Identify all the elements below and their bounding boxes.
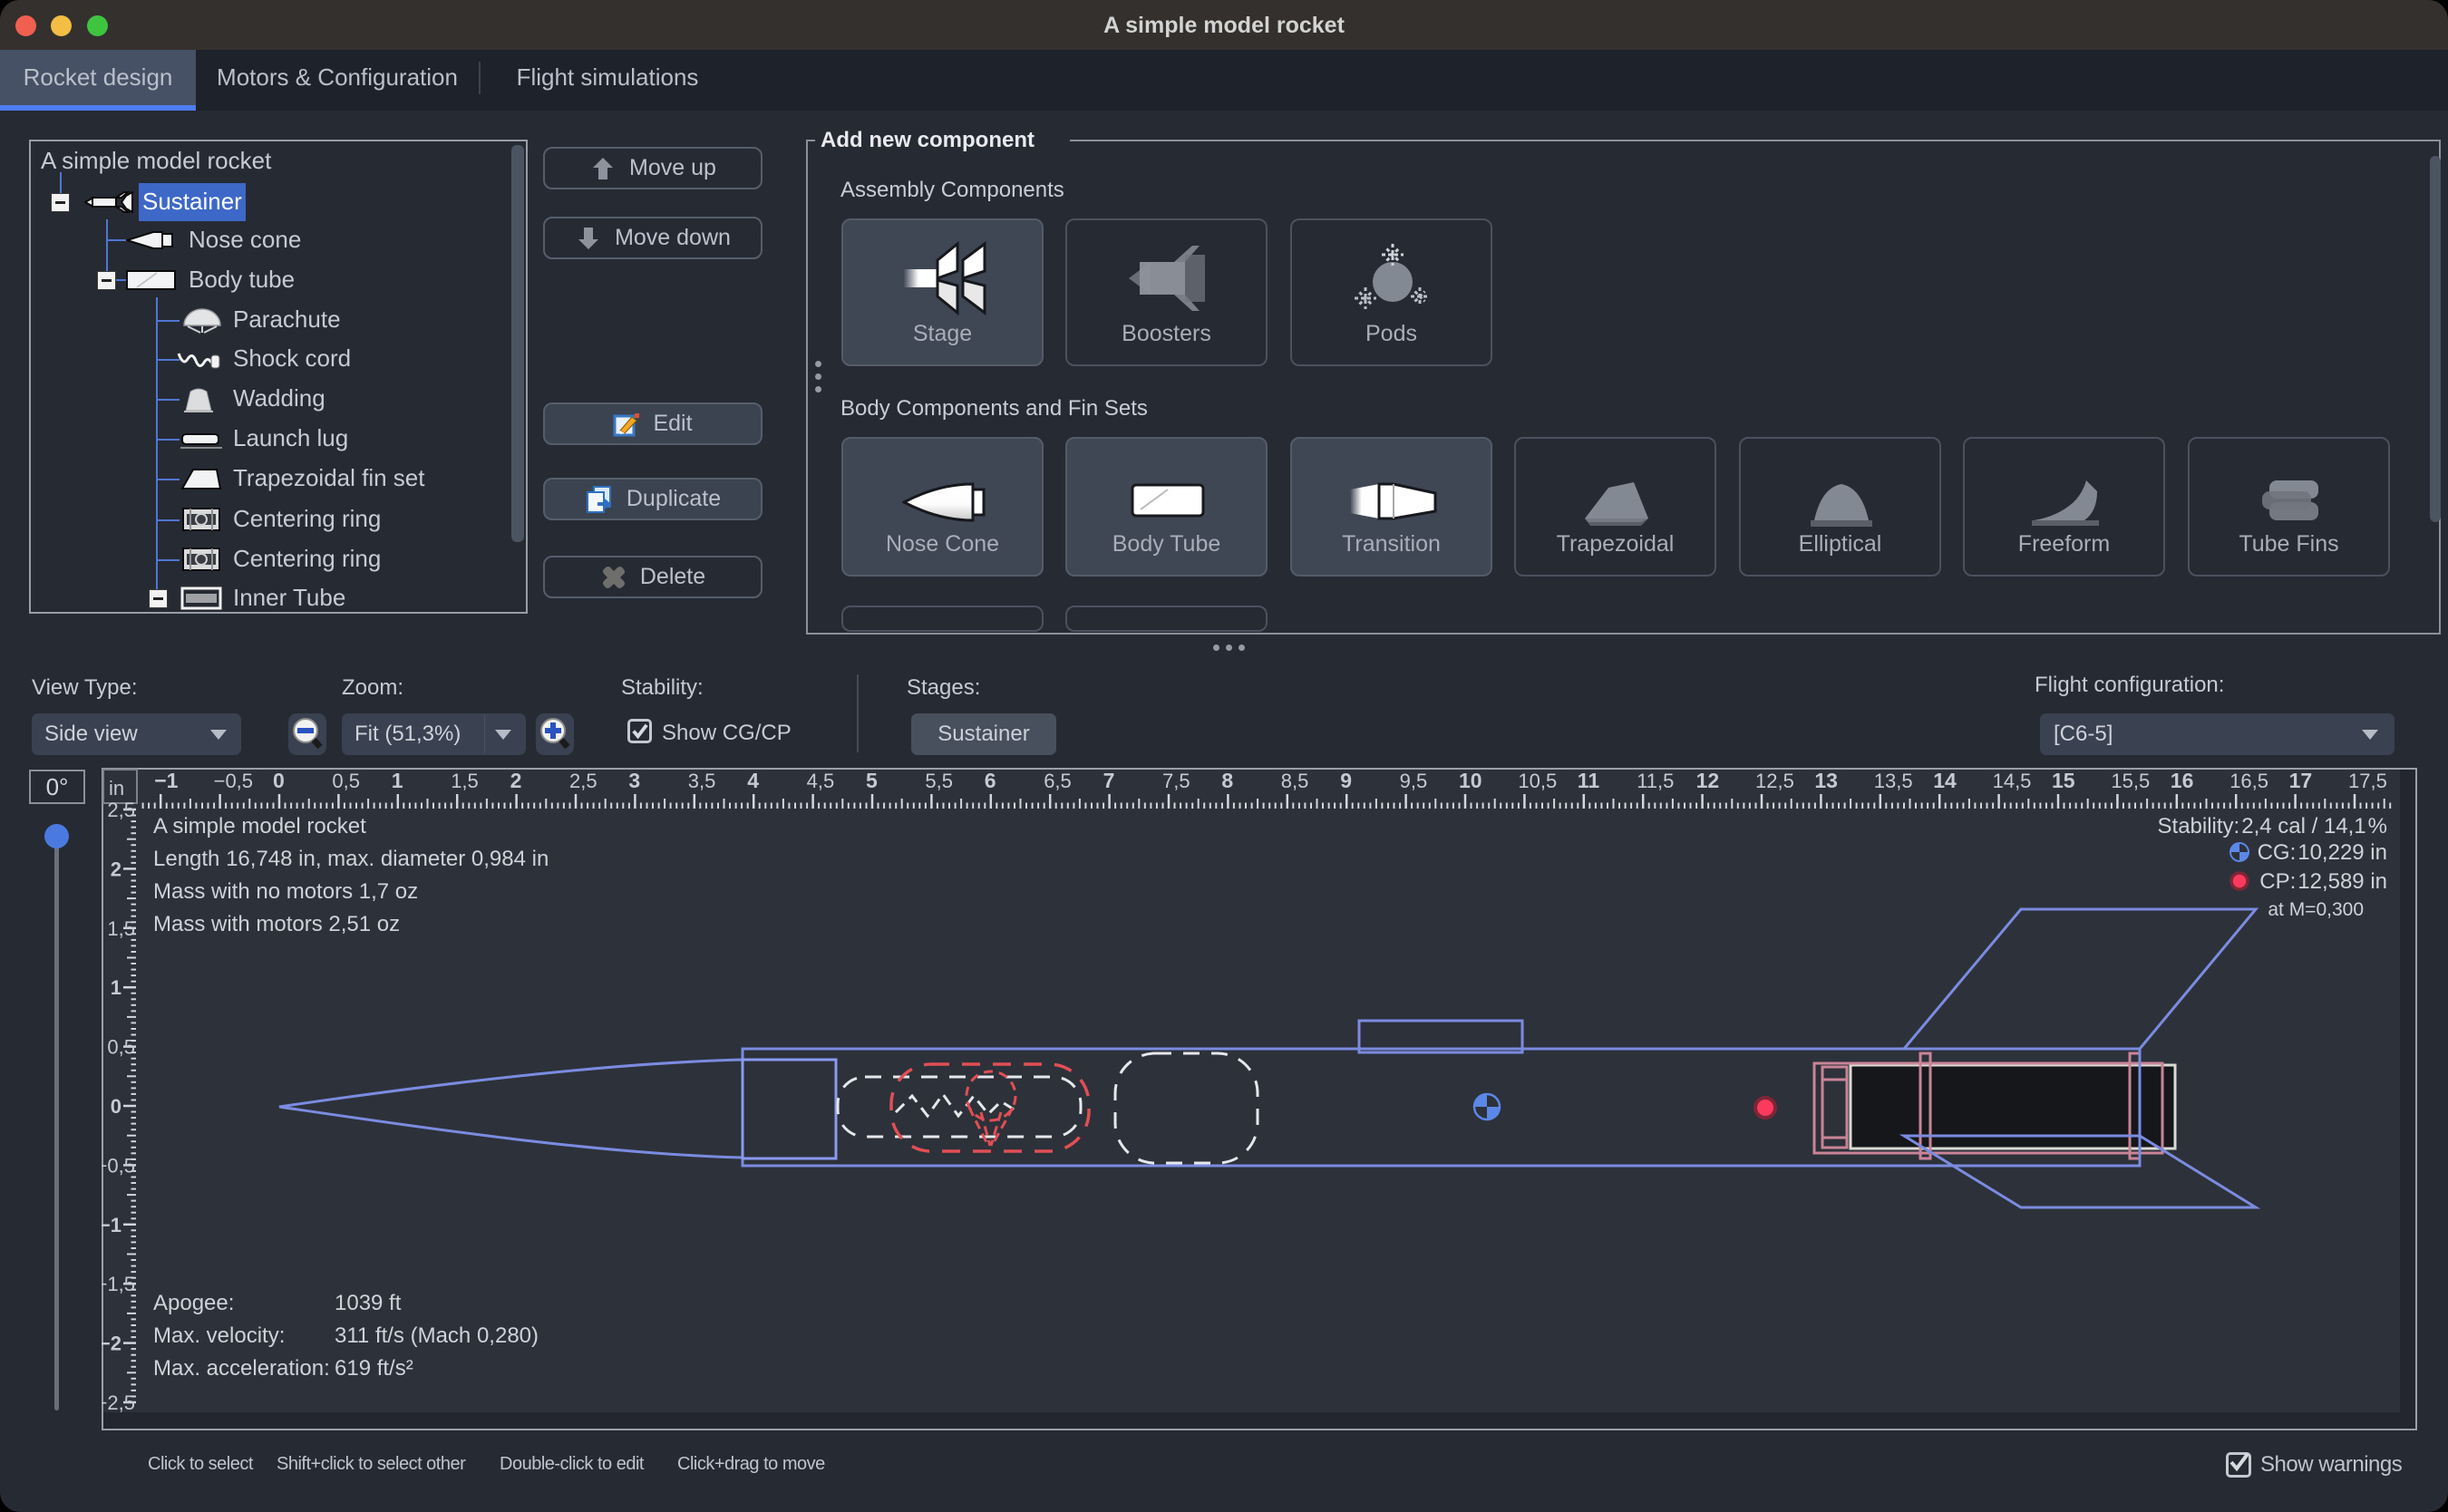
svg-text:2: 2 (111, 858, 121, 880)
svg-text:11: 11 (1578, 769, 1600, 792)
svg-text:A simple model rocket: A simple model rocket (153, 814, 366, 838)
svg-text:15,5: 15,5 (2111, 770, 2150, 792)
svg-text:Max. acceleration:: Max. acceleration: (153, 1356, 330, 1381)
svg-text:2,5: 2,5 (569, 770, 597, 792)
svg-text:14,5: 14,5 (1993, 770, 2032, 792)
svg-text:Mass with motors 2,51 oz: Mass with motors 2,51 oz (153, 912, 400, 936)
svg-text:0,5: 0,5 (107, 1036, 135, 1059)
svg-text:9: 9 (1340, 769, 1352, 792)
svg-text:16,5: 16,5 (2229, 770, 2268, 792)
svg-text:1: 1 (111, 976, 121, 999)
svg-text:−2: −2 (102, 1333, 121, 1355)
svg-text:Apogee:: Apogee: (153, 1291, 234, 1315)
svg-text:10,5: 10,5 (1518, 770, 1557, 792)
svg-text:0,5: 0,5 (332, 770, 360, 792)
svg-text:7: 7 (1103, 769, 1115, 792)
svg-text:Length 16,748 in, max. diamete: Length 16,748 in, max. diameter 0,984 in (153, 847, 549, 871)
svg-text:−1,5: −1,5 (102, 1273, 135, 1295)
svg-text:−0,5: −0,5 (214, 770, 253, 792)
svg-text:8,5: 8,5 (1281, 770, 1309, 792)
svg-text:Max. velocity:: Max. velocity: (153, 1323, 285, 1348)
svg-text:−1: −1 (102, 1214, 121, 1236)
svg-text:8: 8 (1221, 769, 1233, 792)
svg-text:311 ft/s (Mach 0,280): 311 ft/s (Mach 0,280) (335, 1323, 539, 1348)
svg-text:−0,5: −0,5 (102, 1154, 135, 1177)
svg-text:12: 12 (1696, 769, 1720, 792)
svg-text:6,5: 6,5 (1044, 770, 1072, 792)
svg-text:CG: 10,229 in: CG: 10,229 in (2258, 840, 2387, 865)
svg-text:6: 6 (985, 769, 996, 792)
svg-text:13,5: 13,5 (1874, 770, 1913, 792)
svg-text:10: 10 (1459, 769, 1482, 792)
svg-text:16: 16 (2171, 769, 2194, 792)
svg-text:Stability: 2,4 cal / 14,1 %: Stability: 2,4 cal / 14,1 % (2158, 814, 2387, 838)
svg-text:4,5: 4,5 (807, 770, 835, 792)
svg-text:1039 ft: 1039 ft (335, 1291, 402, 1315)
svg-text:17: 17 (2289, 769, 2313, 792)
svg-text:−1: −1 (154, 769, 178, 792)
svg-text:4: 4 (747, 769, 759, 792)
svg-text:12,5: 12,5 (1755, 770, 1794, 792)
svg-text:15: 15 (2052, 769, 2075, 792)
svg-text:17,5: 17,5 (2348, 770, 2387, 792)
svg-text:at M=0,300: at M=0,300 (2268, 899, 2364, 920)
svg-text:Mass with no motors 1,7 oz: Mass with no motors 1,7 oz (153, 879, 418, 904)
svg-text:9,5: 9,5 (1400, 770, 1428, 792)
svg-text:7,5: 7,5 (1162, 770, 1190, 792)
svg-text:5: 5 (866, 769, 878, 792)
svg-text:619 ft/s²: 619 ft/s² (335, 1356, 413, 1381)
svg-text:−2,5: −2,5 (102, 1391, 135, 1414)
svg-text:5,5: 5,5 (925, 770, 953, 792)
svg-text:0: 0 (111, 1095, 121, 1118)
svg-text:1,5: 1,5 (107, 917, 135, 940)
svg-text:13: 13 (1814, 769, 1838, 792)
svg-text:1: 1 (392, 769, 403, 792)
svg-text:CP: 12,589 in: CP: 12,589 in (2259, 869, 2387, 894)
svg-text:2,5: 2,5 (107, 799, 135, 821)
svg-text:3,5: 3,5 (688, 770, 716, 792)
svg-text:11,5: 11,5 (1637, 770, 1674, 792)
svg-text:14: 14 (1933, 769, 1957, 792)
svg-text:1,5: 1,5 (451, 770, 479, 792)
svg-text:2: 2 (510, 769, 522, 792)
svg-text:0: 0 (273, 769, 285, 792)
svg-text:in: in (109, 777, 124, 800)
svg-text:3: 3 (628, 769, 640, 792)
